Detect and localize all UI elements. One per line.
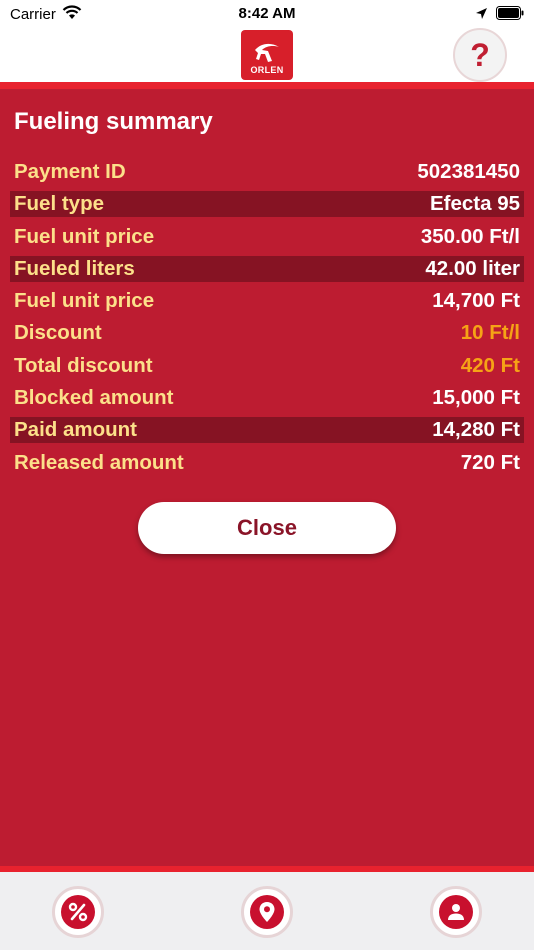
tab-stations[interactable] bbox=[241, 886, 293, 938]
row-value: 420 Ft bbox=[460, 353, 520, 377]
close-button[interactable]: Close bbox=[138, 502, 396, 554]
row-payment-id: Payment ID 502381450 bbox=[10, 159, 524, 185]
row-label: Fueled liters bbox=[14, 256, 135, 280]
row-label: Fuel unit price bbox=[14, 224, 155, 248]
row-label: Fuel unit price bbox=[14, 289, 155, 313]
row-value: 15,000 Ft bbox=[432, 386, 520, 410]
row-value: 350.00 Ft/l bbox=[420, 224, 520, 248]
summary-panel: Fueling summary Payment ID 502381450 Fue… bbox=[0, 89, 534, 866]
row-label: Paid amount bbox=[14, 418, 138, 442]
status-bar: Carrier 8:42 AM bbox=[0, 0, 534, 28]
row-value: Efecta 95 bbox=[429, 192, 520, 216]
percent-icon bbox=[61, 895, 95, 929]
row-value: 720 Ft bbox=[460, 450, 520, 474]
row-released-amount: Released amount 720 Ft bbox=[10, 450, 524, 476]
row-label: Total discount bbox=[14, 353, 153, 377]
eagle-icon bbox=[255, 43, 279, 62]
logo-text: ORLEN bbox=[250, 65, 284, 75]
row-fuel-unit-price: Fuel unit price 350.00 Ft/l bbox=[10, 224, 524, 250]
row-label: Discount bbox=[14, 321, 102, 345]
row-total-discount: Total discount 420 Ft bbox=[10, 353, 524, 379]
row-value: 14,700 Ft bbox=[432, 289, 520, 313]
row-paid-amount: Paid amount 14,280 Ft bbox=[10, 417, 524, 444]
tab-bar bbox=[0, 872, 534, 950]
row-label: Released amount bbox=[14, 450, 184, 474]
profile-icon bbox=[439, 895, 473, 929]
location-arrow-icon bbox=[475, 7, 488, 24]
help-button[interactable]: ? bbox=[453, 28, 507, 82]
row-label: Blocked amount bbox=[14, 386, 174, 410]
page-title: Fueling summary bbox=[14, 108, 213, 135]
status-right bbox=[475, 6, 524, 24]
tab-profile[interactable] bbox=[430, 886, 482, 938]
row-value: 14,280 Ft bbox=[432, 418, 520, 442]
row-label: Fuel type bbox=[14, 192, 104, 216]
top-bar: ORLEN ? bbox=[0, 28, 534, 82]
row-blocked-amount: Blocked amount 15,000 Ft bbox=[10, 385, 524, 411]
header-divider bbox=[0, 82, 534, 89]
question-icon: ? bbox=[470, 36, 490, 73]
row-value: 502381450 bbox=[417, 160, 520, 183]
row-value: 10 Ft/l bbox=[460, 321, 520, 345]
row-fueled-liters: Fueled liters 42.00 liter bbox=[10, 255, 524, 282]
summary-list: Payment ID 502381450 Fuel type Efecta 95… bbox=[10, 159, 524, 482]
status-time: 8:42 AM bbox=[238, 5, 296, 22]
row-value: 42.00 liter bbox=[425, 256, 520, 280]
tab-discounts[interactable] bbox=[52, 886, 104, 938]
row-fuel-type: Fuel type Efecta 95 bbox=[10, 191, 524, 218]
row-label: Payment ID bbox=[14, 160, 126, 183]
row-fuel-total-price: Fuel unit price 14,700 Ft bbox=[10, 288, 524, 314]
battery-icon bbox=[496, 6, 524, 24]
location-pin-icon bbox=[250, 895, 284, 929]
orlen-logo: ORLEN bbox=[241, 30, 293, 80]
row-discount: Discount 10 Ft/l bbox=[10, 320, 524, 346]
